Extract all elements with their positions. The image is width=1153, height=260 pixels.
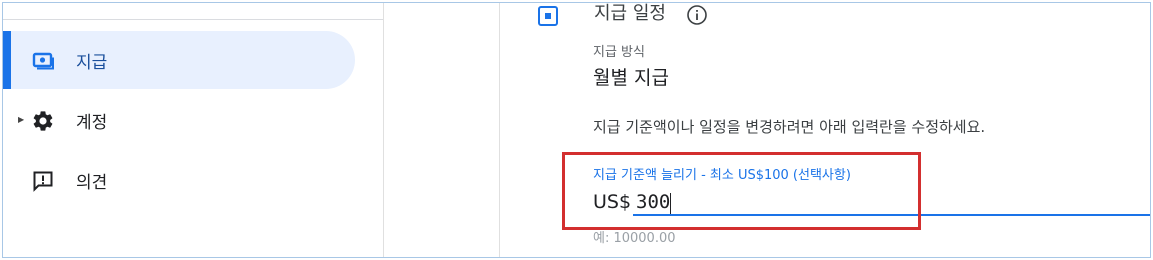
sidebar-item-feedback[interactable]: 의견 bbox=[3, 151, 355, 209]
threshold-hint: 예: 10000.00 bbox=[593, 231, 676, 246]
threshold-input[interactable]: 300 bbox=[636, 191, 670, 213]
threshold-field-label: 지급 기준액 늘리기 - 최소 US$100 (선택사항) bbox=[593, 168, 851, 183]
sidebar-item-payments[interactable]: 지급 bbox=[3, 31, 355, 89]
section-title: 지급 일정 bbox=[594, 3, 666, 24]
schedule-icon bbox=[537, 5, 559, 27]
payments-icon bbox=[31, 49, 55, 73]
text-cursor bbox=[670, 193, 671, 215]
sidebar-item-label: 지급 bbox=[76, 53, 108, 73]
sidebar-top-divider bbox=[3, 19, 383, 20]
content-divider bbox=[499, 3, 500, 257]
gear-icon bbox=[31, 109, 55, 133]
sidebar-item-account[interactable]: ▶ 계정 bbox=[3, 91, 355, 149]
instruction-text: 지급 기준액이나 일정을 변경하려면 아래 입력란을 수정하세요. bbox=[593, 118, 986, 136]
info-icon[interactable] bbox=[686, 4, 708, 26]
active-indicator bbox=[3, 31, 11, 89]
sidebar-divider bbox=[383, 3, 384, 257]
currency-prefix: US$ bbox=[593, 191, 632, 213]
payment-method-value: 월별 지급 bbox=[593, 67, 669, 89]
payment-method-label: 지급 방식 bbox=[593, 45, 645, 60]
feedback-icon bbox=[31, 169, 55, 193]
sidebar-item-label: 의견 bbox=[76, 173, 108, 193]
expand-caret-icon[interactable]: ▶ bbox=[18, 115, 24, 124]
input-underline bbox=[633, 214, 1150, 216]
app-frame: 지급 ▶ 계정 의견 지급 일정 지급 방식 월별 지급 지급 기준액이나 일정… bbox=[2, 2, 1151, 258]
sidebar-item-label: 계정 bbox=[76, 113, 108, 133]
